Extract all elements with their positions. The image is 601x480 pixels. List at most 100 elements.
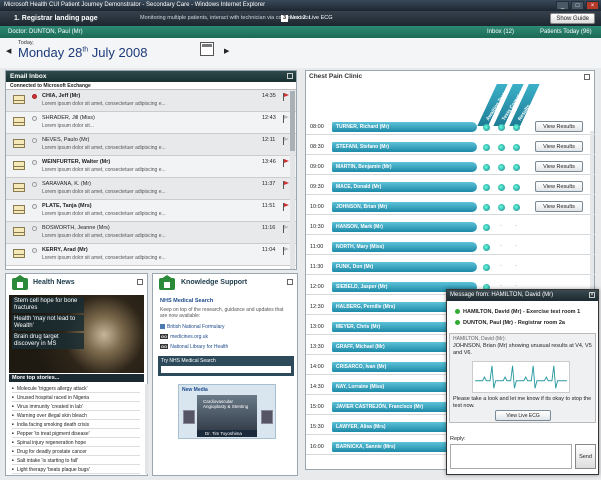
mail-item[interactable]: SARAVANA, K. (Mr) Lorem ipsum dolor sit a… (6, 178, 296, 200)
stage-indicator-icon (483, 184, 490, 191)
news-story[interactable]: Drug for deadly prostate cancer (12, 447, 140, 456)
news-story[interactable]: Light therapy 'beats plaque bugs' (12, 465, 140, 474)
mail-preview: Lorem ipsum dolor sit amet, consectetuer… (42, 189, 166, 195)
patient-title: (Mr) (377, 284, 388, 290)
knowledge-link[interactable]: British National Formulary (160, 324, 225, 330)
close-icon[interactable]: × (586, 1, 599, 10)
mail-item[interactable]: PLATE, Tanja (Mrs) Lorem ipsum dolor sit … (6, 200, 296, 222)
view-results-button[interactable]: View Results (535, 141, 583, 152)
mail-sender: BOSWORTH, Jeanne (Mrs) (42, 225, 110, 231)
envelope-icon (13, 249, 25, 258)
mail-item[interactable]: NEVES, Paulo (Mr) Lorem ipsum dolor sit a… (6, 134, 296, 156)
stage-indicator-icon (483, 244, 490, 251)
news-headline[interactable]: Stem cell hope for bone fractures (12, 297, 84, 313)
inbox-count[interactable]: Inbox (12) (487, 26, 514, 38)
patient-bar[interactable]: NORTH, Mary (Miss) (332, 242, 477, 252)
flag-icon[interactable] (283, 137, 289, 145)
appointment-time: 10:00 (310, 204, 324, 210)
stage-pending-icon: - (500, 243, 502, 249)
minimize-icon[interactable]: _ (556, 1, 569, 10)
flag-icon[interactable] (283, 159, 289, 167)
nhs-search-title: NHS Medical Search (160, 298, 214, 304)
news-scrollbar[interactable] (145, 384, 148, 474)
expand-icon[interactable] (584, 74, 590, 80)
patient-bar[interactable]: FUNK, Don (Mr) (332, 262, 477, 272)
mail-item[interactable]: SHRADER, Jill (Miss) Lorem ipsum dolor si… (6, 112, 296, 134)
mail-item[interactable]: WEINFURTER, Walter (Mr) Lorem ipsum dolor… (6, 156, 296, 178)
inbox-scrollbar[interactable] (290, 91, 295, 269)
patient-name: BARNICKA, Sannie (336, 444, 382, 450)
video-thumbnail[interactable] (183, 410, 195, 424)
flag-icon[interactable] (283, 93, 289, 101)
show-guide-button[interactable]: Show Guide (550, 13, 595, 24)
stage-pending-icon: - (500, 263, 502, 269)
mail-list: CHIA, Jeff (Mr) Lorem ipsum dolor sit ame… (6, 90, 296, 269)
expand-icon[interactable] (137, 279, 143, 285)
reply-label: Reply: (450, 436, 466, 442)
patient-row: 09:00 MARTIN, Benjamin (Mr) View Results (306, 159, 595, 175)
patient-title: (Mr) (373, 224, 383, 230)
patient-bar[interactable]: JOHNSON, Brian (Mr) (332, 202, 477, 212)
send-button[interactable]: Send (575, 444, 596, 469)
envelope-icon (13, 205, 25, 214)
view-results-button[interactable]: View Results (535, 181, 583, 192)
patient-title: (Miss) (369, 244, 385, 250)
news-story[interactable]: Unused hospital raced in Nigeria (12, 393, 140, 402)
flag-icon[interactable] (283, 181, 289, 189)
email-inbox-panel: Email Inbox Connected to Microsoft Excha… (5, 70, 297, 270)
patient-bar[interactable]: TURNER, Richard (Mr) (332, 122, 477, 132)
view-results-button[interactable]: View Results (535, 201, 583, 212)
patient-bar[interactable]: MACE, Donald (Mr) (332, 182, 477, 192)
appointment-time: 11:30 (310, 264, 324, 270)
flag-icon[interactable] (283, 115, 289, 123)
news-story[interactable]: Pepper 'to treat pigment disease' (12, 429, 140, 438)
prev-day-icon[interactable]: ◀ (6, 47, 11, 55)
view-results-button[interactable]: View Results (535, 161, 583, 172)
maximize-icon[interactable]: □ (571, 1, 584, 10)
mail-sender: NEVES, Paulo (Mr) (42, 137, 90, 143)
patient-name: MEYER, Chris (336, 324, 370, 330)
view-results-button[interactable]: View Results (535, 121, 583, 132)
nhs-search-input[interactable] (161, 366, 291, 373)
news-story[interactable]: Spinal injury regeneration hope (12, 438, 140, 447)
news-story[interactable]: Virus immunity 'created in lab' (12, 402, 140, 411)
mail-item[interactable]: BOSWORTH, Jeanne (Mrs) Lorem ipsum dolor … (6, 222, 296, 244)
close-icon[interactable]: × (589, 292, 595, 298)
news-headline[interactable]: Health 'may not lead to Wealth' (12, 315, 84, 331)
patient-bar[interactable]: MARTIN, Benjamin (Mr) (332, 162, 477, 172)
patients-today-count[interactable]: Patients Today (96) (540, 26, 592, 38)
news-story[interactable]: Salt intake 'is starting to fall' (12, 456, 140, 465)
news-story[interactable]: Molecule 'triggers allergy attack' (12, 384, 140, 393)
news-story[interactable]: Warning over illegal skin bleach (12, 411, 140, 420)
patient-title: (Mrs) (373, 424, 386, 430)
news-headline[interactable]: Brain drug target discovery in MS (12, 333, 84, 349)
next-step-button[interactable]: 3 Next 2. Live ECG (281, 11, 333, 26)
envelope-icon (13, 161, 25, 170)
patient-bar[interactable]: HANSON, Mark (Mr) (332, 222, 477, 232)
flag-icon[interactable] (283, 203, 289, 211)
maximize-panel-icon[interactable] (287, 73, 293, 79)
reply-input[interactable] (450, 444, 572, 469)
video-player[interactable]: Cardiovascular Angioplasty & Stenting Dr… (197, 395, 257, 437)
patient-title: (Mr) (376, 364, 387, 370)
stage-indicator-icon (513, 144, 520, 151)
next-day-icon[interactable]: ▶ (224, 47, 229, 55)
news-story[interactable]: India facing smoking death crisis (12, 420, 140, 429)
patient-bar[interactable]: STEFANI, Stefano (Mr) (332, 142, 477, 152)
mail-item[interactable]: CHIA, Jeff (Mr) Lorem ipsum dolor sit ame… (6, 90, 296, 112)
knowledge-link[interactable]: GO medicines.org.uk (160, 334, 208, 340)
view-live-ecg-button[interactable]: View Live ECG (495, 410, 551, 421)
link-label: British National Formulary (167, 324, 225, 330)
mail-item[interactable]: KERRY, Arad (Mr) Lorem ipsum dolor sit am… (6, 244, 296, 266)
flag-icon[interactable] (283, 225, 289, 233)
patient-title: (Mr) (379, 124, 390, 130)
knowledge-link[interactable]: GO National Library for Health (160, 344, 228, 350)
patient-row: 10:30 HANSON, Mark (Mr) - - (306, 219, 595, 235)
patient-title: (Mr) (382, 164, 392, 170)
calendar-icon[interactable] (200, 42, 214, 56)
video-thumbnail[interactable] (261, 410, 273, 424)
appointment-time: 15:30 (310, 424, 324, 430)
flag-icon[interactable] (283, 247, 289, 255)
expand-icon[interactable] (287, 279, 293, 285)
patient-name: CRISARCO, Ivan (336, 364, 376, 370)
